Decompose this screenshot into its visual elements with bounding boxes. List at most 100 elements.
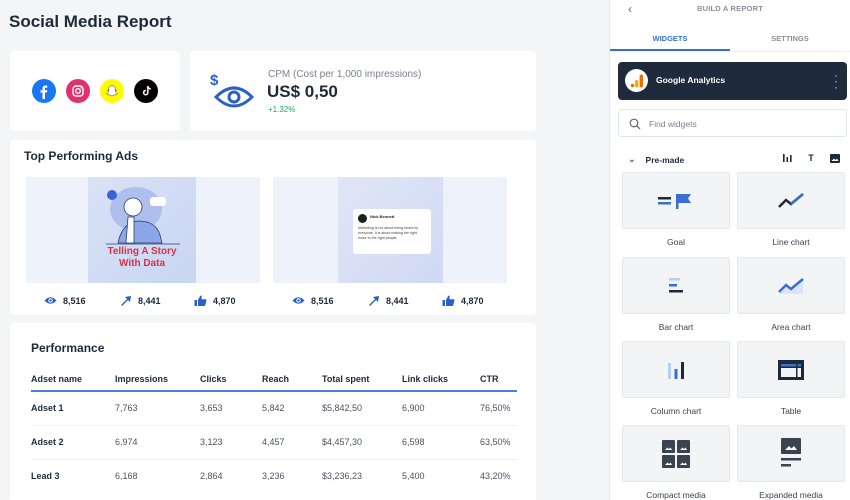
ad-image: Telling A Story With Data	[88, 177, 196, 283]
cell-impressions: 6,974	[115, 425, 200, 460]
table-row: Lead 3 6,168 2,864 3,236 $3,236,23 5,400…	[31, 459, 517, 493]
ad-preview[interactable]: Telling A Story With Data	[26, 177, 260, 283]
table-icon	[778, 359, 804, 380]
widget-tile	[622, 341, 730, 398]
ad-image: Nick Bennett Marketing is not about bein…	[338, 177, 443, 283]
chart-filter-icon[interactable]	[782, 153, 792, 163]
tiktok-icon[interactable]	[134, 79, 158, 103]
column-header: Link clicks	[402, 367, 480, 392]
tab-settings[interactable]: SETTINGS	[730, 26, 850, 51]
column-header: Reach	[262, 367, 322, 392]
ad-stats: 8,516 8,441 4,870	[292, 295, 517, 306]
widget-label: Area chart	[771, 322, 811, 332]
performance-title: Performance	[31, 341, 105, 355]
likes-stat: 4,870	[442, 295, 517, 306]
top-ads-card: Top Performing Ads Telling A Story With …	[10, 140, 536, 315]
cell-reach: 3,236	[262, 471, 285, 482]
search-icon	[629, 118, 641, 130]
widget-area-chart[interactable]: Area chart	[737, 257, 845, 332]
widget-tile	[737, 257, 845, 314]
widget-line-chart[interactable]: Line chart	[737, 172, 845, 247]
cell-impressions: 6,168	[115, 471, 138, 482]
widget-tile	[737, 341, 845, 398]
widget-search	[618, 109, 847, 137]
sidebar-tabs: WIDGETS SETTINGS	[610, 26, 850, 52]
widget-tile	[622, 257, 730, 314]
avatar	[358, 214, 367, 223]
clicks-value: 8,441	[138, 295, 161, 306]
text-filter-icon[interactable]: T	[806, 153, 816, 163]
social-platforms-card	[10, 51, 180, 131]
widget-tile	[737, 172, 845, 229]
quote-text: Marketing is not about being heard by ev…	[358, 226, 419, 240]
cell-clicks: 2,864	[200, 471, 223, 482]
snapchat-icon[interactable]	[100, 79, 124, 103]
widget-goal[interactable]: Goal	[622, 172, 730, 247]
facebook-icon[interactable]	[32, 79, 56, 103]
thumbs-up-icon	[442, 295, 455, 306]
table-row: Adset 1 7,763 3,653 5,842 $5,842,50 6,90…	[31, 391, 517, 426]
column-header: Clicks	[200, 367, 262, 392]
image-filter-icon[interactable]	[830, 153, 840, 163]
table-header-row: Adset name Impressions Clicks Reach Tota…	[31, 367, 517, 392]
search-input[interactable]	[649, 115, 829, 133]
widget-column-chart[interactable]: Column chart	[622, 341, 730, 416]
cell-total-spent: $3,236,23	[322, 471, 363, 482]
column-header: CTR	[480, 367, 517, 392]
compact-media-icon	[662, 439, 690, 468]
cell-impressions: 7,763	[115, 391, 200, 426]
cell-clicks: 3,123	[200, 425, 262, 460]
views-stat: 8,516	[292, 295, 367, 306]
column-header: Impressions	[115, 367, 200, 392]
premade-section-toggle[interactable]: ⌄ Pre-made	[628, 154, 684, 165]
widget-tile	[737, 425, 845, 482]
widget-label: Expanded media	[759, 490, 823, 500]
widget-tile	[622, 425, 730, 482]
ad-caption: Telling A Story With Data	[88, 246, 196, 270]
performance-card: Performance Adset name Impressions Click…	[10, 323, 536, 500]
cell-link-clicks: 6,598	[402, 425, 480, 460]
goal-icon	[658, 193, 691, 209]
likes-value: 4,870	[461, 295, 484, 306]
sidebar-title: BUILD A REPORT	[697, 4, 763, 13]
widget-compact-media[interactable]: Compact media	[622, 425, 730, 500]
tab-widgets[interactable]: WIDGETS	[610, 26, 730, 51]
build-report-sidebar: ‹ BUILD A REPORT WIDGETS SETTINGS Google…	[609, 0, 850, 500]
widget-label: Compact media	[646, 490, 706, 500]
google-analytics-icon	[625, 69, 648, 92]
cell-reach: 4,457	[262, 425, 322, 460]
widget-table[interactable]: Table	[737, 341, 845, 416]
expanded-media-icon	[781, 437, 801, 466]
page-title: Social Media Report	[9, 12, 172, 31]
dollar-eye-icon: $	[210, 72, 254, 108]
performance-table: Adset name Impressions Clicks Reach Tota…	[31, 367, 517, 493]
widget-label: Table	[780, 406, 802, 416]
likes-value: 4,870	[213, 295, 236, 306]
views-value: 8,516	[311, 295, 334, 306]
eye-icon	[44, 297, 57, 304]
eye-icon	[292, 297, 305, 304]
clicks-stat: 8,441	[367, 295, 442, 306]
widget-label: Column chart	[650, 406, 702, 416]
cell-ctr: 76,50%	[480, 391, 517, 426]
arrow-up-right-icon	[121, 296, 131, 306]
chevron-down-icon: ⌄	[628, 154, 636, 164]
quote-author: Nick Bennett	[370, 214, 395, 219]
section-label: Pre-made	[645, 154, 685, 165]
cell-link-clicks: 6,900	[402, 391, 480, 426]
table-row: Adset 2 6,974 3,123 4,457 $4,457,30 6,59…	[31, 425, 517, 460]
ad-preview[interactable]: Nick Bennett Marketing is not about bein…	[273, 177, 507, 283]
cell-ctr: 63,50%	[480, 425, 517, 460]
clicks-value: 8,441	[386, 295, 409, 306]
widget-bar-chart[interactable]: Bar chart	[622, 257, 730, 332]
views-stat: 8,516	[44, 295, 119, 306]
cell-total-spent: $5,842,50	[322, 391, 402, 426]
widget-label: Line chart	[772, 237, 810, 247]
more-options-icon[interactable]: · · ·	[832, 69, 840, 93]
widget-label: Bar chart	[658, 322, 694, 332]
likes-stat: 4,870	[194, 295, 269, 306]
widget-expanded-media[interactable]: Expanded media	[737, 425, 845, 500]
data-source-selector[interactable]: Google Analytics · · ·	[618, 62, 847, 100]
instagram-icon[interactable]	[66, 79, 90, 103]
svg-text:$: $	[210, 72, 219, 89]
